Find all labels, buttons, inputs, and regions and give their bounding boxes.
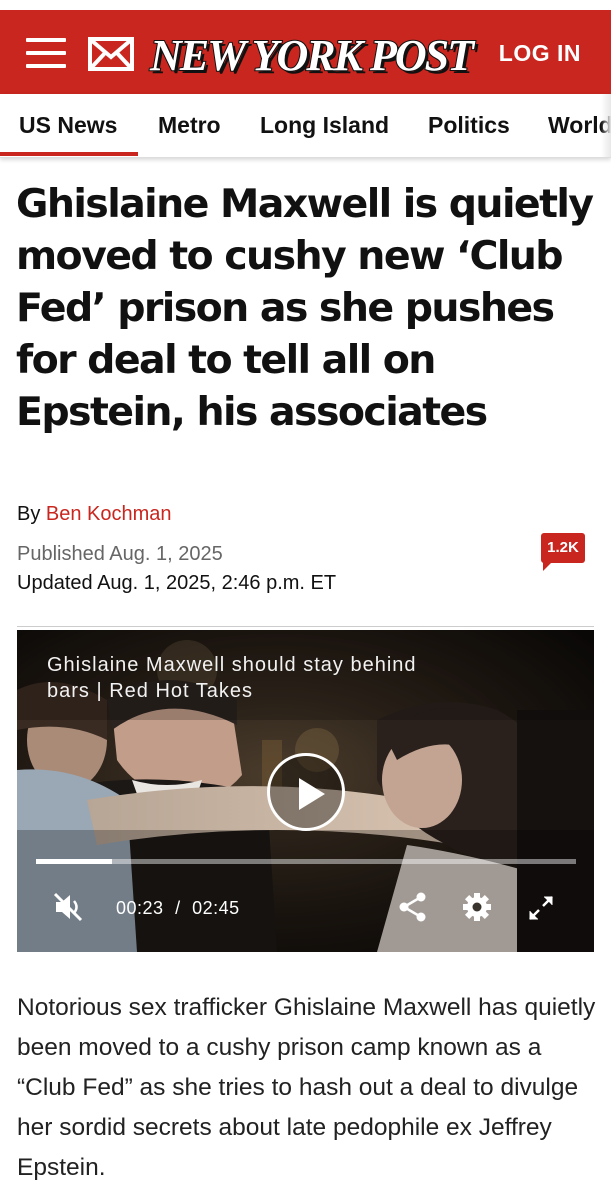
video-progress-bar[interactable] <box>36 859 576 864</box>
active-tab-indicator <box>0 152 138 156</box>
nav-item-metro[interactable]: Metro <box>158 112 221 139</box>
login-button[interactable]: LOG IN <box>499 40 581 67</box>
byline-prefix: By <box>17 503 41 525</box>
newsletter-mail-icon[interactable] <box>88 37 134 71</box>
video-player[interactable]: Ghislaine Maxwell should stay behind bar… <box>17 630 594 952</box>
nav-item-us-news[interactable]: US News <box>19 112 117 139</box>
site-header: NEW YORK POST LOG IN <box>0 10 611 94</box>
video-progress-fill <box>36 859 112 864</box>
menu-hamburger-icon[interactable] <box>26 38 66 68</box>
comment-count: 1.2K <box>541 533 585 563</box>
comment-bubble-tail <box>543 561 553 571</box>
settings-gear-icon[interactable] <box>461 891 493 923</box>
video-time: 00:23 / 02:45 <box>116 898 240 919</box>
comments-button[interactable]: 1.2K <box>541 533 585 571</box>
author-link[interactable]: Ben Kochman <box>46 503 172 525</box>
duration: 02:45 <box>192 898 240 918</box>
section-nav: US News Metro Long Island Politics World <box>0 94 611 158</box>
share-icon[interactable] <box>397 891 429 923</box>
updated-date: Updated Aug. 1, 2025, 2:46 p.m. ET <box>17 572 337 594</box>
play-icon[interactable] <box>267 753 345 831</box>
published-date: Published Aug. 1, 2025 <box>17 543 223 565</box>
time-separator: / <box>175 898 181 918</box>
article-body-paragraph: Notorious sex trafficker Ghislaine Maxwe… <box>17 994 596 1181</box>
nav-scroll-fade <box>601 94 611 157</box>
byline: By Ben Kochman <box>17 503 172 526</box>
divider <box>17 626 594 627</box>
video-title: Ghislaine Maxwell should stay behind bar… <box>47 654 417 702</box>
fullscreen-icon[interactable] <box>527 894 555 922</box>
current-time: 00:23 <box>116 898 164 918</box>
nav-item-politics[interactable]: Politics <box>428 112 510 139</box>
site-logo[interactable]: NEW YORK POST <box>149 28 475 84</box>
top-strip <box>0 0 611 10</box>
mute-icon[interactable] <box>51 890 85 924</box>
article-headline: Ghislaine Maxwell is quietly moved to cu… <box>16 181 594 435</box>
nav-item-long-island[interactable]: Long Island <box>260 112 389 139</box>
